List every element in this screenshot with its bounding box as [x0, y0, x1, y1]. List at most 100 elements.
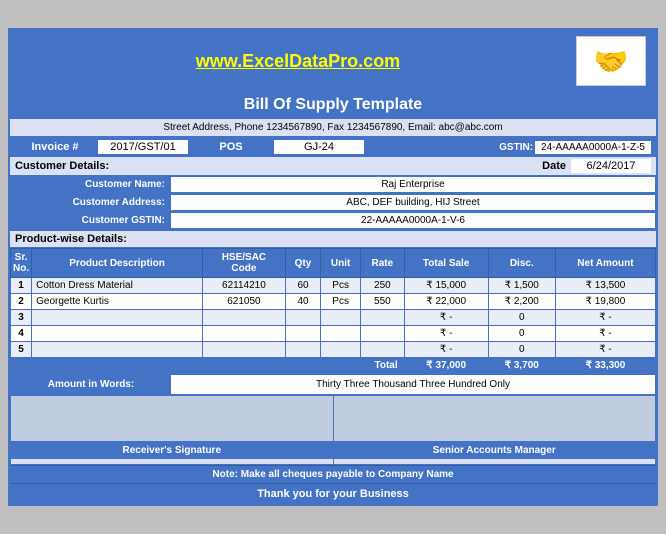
col-qty: Qty [285, 249, 320, 278]
cell-sr: 1 [11, 278, 32, 294]
pos-label: POS [191, 141, 271, 153]
total-disc-value: ₹ 3,700 [488, 358, 555, 374]
gstin-value: 24-AAAAA0000A-1-Z-5 [535, 141, 651, 154]
cell-net: ₹ 13,500 [555, 278, 655, 294]
table-total-row: Total ₹ 37,000 ₹ 3,700 ₹ 33,300 [11, 358, 656, 374]
cell-total-sale: ₹ 22,000 [404, 294, 488, 310]
cell-code [203, 326, 286, 342]
cell-rate [361, 310, 405, 326]
customer-details-label: Customer Details: [15, 160, 542, 172]
cell-net: ₹ - [555, 342, 655, 358]
cell-code [203, 342, 286, 358]
customer-name-label: Customer Name: [10, 177, 170, 192]
cell-rate: 550 [361, 294, 405, 310]
date-label: Date [542, 160, 566, 172]
date-value: 6/24/2017 [571, 159, 651, 173]
cell-qty [285, 342, 320, 358]
amount-words-value: Thirty Three Thousand Three Hundred Only [171, 375, 655, 394]
cell-net: ₹ 19,800 [555, 294, 655, 310]
invoice-label: Invoice # [15, 141, 95, 153]
customer-address-label: Customer Address: [10, 195, 170, 210]
cell-disc: 0 [488, 342, 555, 358]
customer-address-row: Customer Address: ABC, DEF building, HIJ… [10, 194, 656, 212]
customer-gstin-label: Customer GSTIN: [10, 213, 170, 228]
col-code: HSE/SACCode [203, 249, 286, 278]
header-section: www.ExcelDataPro.com 🤝 [10, 30, 656, 92]
cell-code [203, 310, 286, 326]
cell-sr: 3 [11, 310, 32, 326]
invoice-details-row: Invoice # 2017/GST/01 POS GJ-24 GSTIN: 2… [10, 137, 656, 157]
address-row: Street Address, Phone 1234567890, Fax 12… [10, 118, 656, 137]
senior-signature-box: Senior Accounts Manager [334, 396, 656, 464]
signature-section: Receiver's Signature Senior Accounts Man… [10, 395, 656, 465]
col-disc: Disc. [488, 249, 555, 278]
customer-gstin-value: 22-AAAAA0000A-1-V-6 [171, 213, 655, 228]
pos-value: GJ-24 [274, 140, 364, 154]
cell-unit [321, 342, 361, 358]
website-title: www.ExcelDataPro.com [20, 51, 576, 72]
col-net: Net Amount [555, 249, 655, 278]
cell-total-sale: ₹ - [404, 342, 488, 358]
customer-gstin-row: Customer GSTIN: 22-AAAAA0000A-1-V-6 [10, 212, 656, 230]
table-row: 3 ₹ - 0 ₹ - [11, 310, 656, 326]
cell-desc [32, 326, 203, 342]
cell-unit [321, 326, 361, 342]
amount-words-label: Amount in Words: [11, 375, 171, 394]
cell-code: 621050 [203, 294, 286, 310]
cell-disc: ₹ 2,200 [488, 294, 555, 310]
table-row: 5 ₹ - 0 ₹ - [11, 342, 656, 358]
bill-title-row: Bill Of Supply Template [10, 92, 656, 118]
col-rate: Rate [361, 249, 405, 278]
table-row: 1 Cotton Dress Material 62114210 60 Pcs … [11, 278, 656, 294]
cell-total-sale: ₹ 15,000 [404, 278, 488, 294]
cell-net: ₹ - [555, 326, 655, 342]
cell-qty [285, 326, 320, 342]
cell-desc [32, 342, 203, 358]
cell-code: 62114210 [203, 278, 286, 294]
product-table: Sr.No. Product Description HSE/SACCode Q… [10, 248, 656, 374]
cell-qty: 40 [285, 294, 320, 310]
cell-rate [361, 326, 405, 342]
cell-desc [32, 310, 203, 326]
total-net-value: ₹ 33,300 [555, 358, 655, 374]
customer-name-row: Customer Name: Raj Enterprise [10, 176, 656, 194]
cell-sr: 5 [11, 342, 32, 358]
cell-desc: Georgette Kurtis [32, 294, 203, 310]
cell-unit [321, 310, 361, 326]
cell-sr: 4 [11, 326, 32, 342]
cell-qty: 60 [285, 278, 320, 294]
cell-rate: 250 [361, 278, 405, 294]
cell-total-sale: ₹ - [404, 326, 488, 342]
invoice-number: 2017/GST/01 [98, 140, 188, 154]
footer-thankyou: Thank you for your Business [10, 483, 656, 504]
col-unit: Unit [321, 249, 361, 278]
receiver-signature-box: Receiver's Signature [11, 396, 334, 464]
cell-rate [361, 342, 405, 358]
total-sale-value: ₹ 37,000 [404, 358, 488, 374]
table-row: 4 ₹ - 0 ₹ - [11, 326, 656, 342]
col-desc: Product Description [32, 249, 203, 278]
bill-title: Bill Of Supply Template [244, 96, 422, 113]
footer-note: Note: Make all cheques payable to Compan… [10, 465, 656, 483]
senior-label: Senior Accounts Manager [334, 442, 656, 459]
table-header-row: Sr.No. Product Description HSE/SACCode Q… [11, 249, 656, 278]
cell-qty [285, 310, 320, 326]
receiver-sig-area [11, 396, 333, 442]
customer-name-value: Raj Enterprise [171, 177, 655, 192]
amount-words-row: Amount in Words: Thirty Three Thousand T… [10, 374, 656, 395]
product-section-label: Product-wise Details: [10, 230, 656, 248]
cell-sr: 2 [11, 294, 32, 310]
cell-unit: Pcs [321, 294, 361, 310]
cell-disc: 0 [488, 326, 555, 342]
total-label: Total [11, 358, 405, 374]
gstin-label: GSTIN: [499, 142, 533, 153]
table-row: 2 Georgette Kurtis 621050 40 Pcs 550 ₹ 2… [11, 294, 656, 310]
cell-total-sale: ₹ - [404, 310, 488, 326]
website-link[interactable]: www.ExcelDataPro.com [196, 51, 400, 71]
logo-icon: 🤝 [594, 45, 629, 78]
col-total-sale: Total Sale [404, 249, 488, 278]
address-text: Street Address, Phone 1234567890, Fax 12… [163, 122, 502, 133]
customer-section: Customer Details: Date 6/24/2017 Custome… [10, 157, 656, 230]
customer-address-value: ABC, DEF building, HIJ Street [171, 195, 655, 210]
col-sr: Sr.No. [11, 249, 32, 278]
